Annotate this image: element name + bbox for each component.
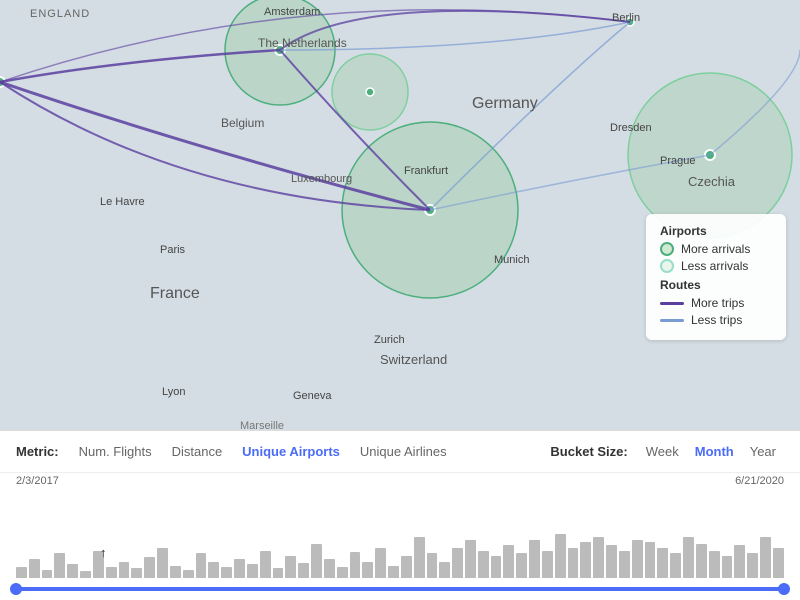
histogram-bar (324, 559, 335, 578)
histogram-bar (16, 567, 27, 578)
histogram-bar (452, 548, 463, 578)
routes-legend-title: Routes (660, 278, 772, 292)
histogram-bar (734, 545, 745, 578)
histogram-bar (298, 563, 309, 578)
histogram-bar (29, 559, 40, 578)
histogram-bar (645, 542, 656, 578)
airports-legend-title: Airports (660, 224, 772, 238)
histogram-bar (491, 556, 502, 578)
less-arrivals-label: Less arrivals (681, 259, 748, 273)
histogram-bar (350, 552, 361, 578)
histogram-bar (478, 551, 489, 579)
histogram-bar (670, 553, 681, 578)
histogram-bar (260, 551, 271, 579)
slider-track (16, 587, 784, 591)
metric-bar: Metric: Num. Flights Distance Unique Air… (0, 431, 800, 473)
histogram-bar (773, 548, 784, 578)
histogram-bar (131, 568, 142, 578)
metric-distance[interactable]: Distance (162, 440, 233, 463)
less-arrivals-icon (660, 259, 674, 273)
histogram-bar (606, 545, 617, 578)
histogram-bar (542, 551, 553, 579)
metric-label: Metric: (16, 444, 59, 459)
histogram-bar (401, 556, 412, 578)
histogram-bar (285, 556, 296, 578)
bucket-year[interactable]: Year (742, 440, 784, 463)
histogram-bar (593, 537, 604, 578)
histogram-bar (683, 537, 694, 578)
more-arrivals-icon (660, 242, 674, 256)
histogram-bar (119, 562, 130, 579)
histogram-bar (580, 542, 591, 578)
slider-row (0, 578, 800, 600)
more-trips-line-icon (660, 302, 684, 305)
histogram-bar (747, 553, 758, 578)
histogram-bar (619, 551, 630, 579)
histogram-bar (722, 556, 733, 578)
histogram-bar (465, 540, 476, 579)
histogram-bar (375, 548, 386, 578)
histogram-bar (632, 540, 643, 579)
histogram-bar (529, 540, 540, 579)
histogram-bar (362, 562, 373, 579)
bucket-month[interactable]: Month (687, 440, 742, 463)
histogram-bar (183, 570, 194, 578)
slider-thumb-left[interactable] (10, 583, 22, 595)
histogram-bar (93, 551, 104, 579)
histogram-bar (170, 566, 181, 578)
less-trips-line-icon (660, 319, 684, 322)
histogram-bar (67, 564, 78, 578)
histogram-bar (337, 567, 348, 578)
histogram-bar (54, 553, 65, 578)
histogram-bar (555, 534, 566, 578)
histogram-bar (196, 553, 207, 578)
histogram: ↑ (0, 487, 800, 578)
histogram-bar (208, 562, 219, 579)
histogram-bar (247, 564, 258, 578)
histogram-bar (273, 568, 284, 578)
histogram-bar (80, 571, 91, 578)
histogram-bar (144, 557, 155, 578)
bucket-week[interactable]: Week (638, 440, 687, 463)
histogram-bar (388, 566, 399, 578)
bucket-size-label: Bucket Size: (550, 444, 627, 459)
histogram-bar (427, 553, 438, 578)
slider-thumb-right[interactable] (778, 583, 790, 595)
histogram-bar (439, 562, 450, 579)
histogram-bar (414, 537, 425, 578)
histogram-bar (760, 537, 771, 578)
metric-unique-airlines[interactable]: Unique Airlines (350, 440, 457, 463)
metric-num-flights[interactable]: Num. Flights (69, 440, 162, 463)
histogram-bar (709, 551, 720, 579)
histogram-bar (42, 570, 53, 578)
histogram-bar (657, 548, 668, 578)
metric-unique-airports[interactable]: Unique Airports (232, 440, 350, 463)
histogram-bar (106, 567, 117, 578)
map-area[interactable]: ENGLAND Amsterdam The Netherlands Belgiu… (0, 0, 800, 430)
slider-fill (16, 587, 784, 591)
histogram-bar (157, 548, 168, 578)
date-start: 2/3/2017 (16, 475, 59, 487)
histogram-bar (696, 544, 707, 578)
less-trips-label: Less trips (691, 313, 742, 327)
date-end: 6/21/2020 (735, 475, 784, 487)
histogram-bar (503, 545, 514, 578)
histogram-bar (516, 553, 527, 578)
histogram-bar (221, 567, 232, 578)
legend: Airports More arrivals Less arrivals Rou… (646, 214, 786, 340)
histogram-bar (234, 559, 245, 578)
date-range-row: 2/3/2017 6/21/2020 (0, 473, 800, 487)
histogram-bar (311, 544, 322, 578)
more-arrivals-label: More arrivals (681, 242, 750, 256)
bottom-panel: Metric: Num. Flights Distance Unique Air… (0, 430, 800, 600)
more-trips-label: More trips (691, 296, 744, 310)
histogram-bar (568, 548, 579, 578)
